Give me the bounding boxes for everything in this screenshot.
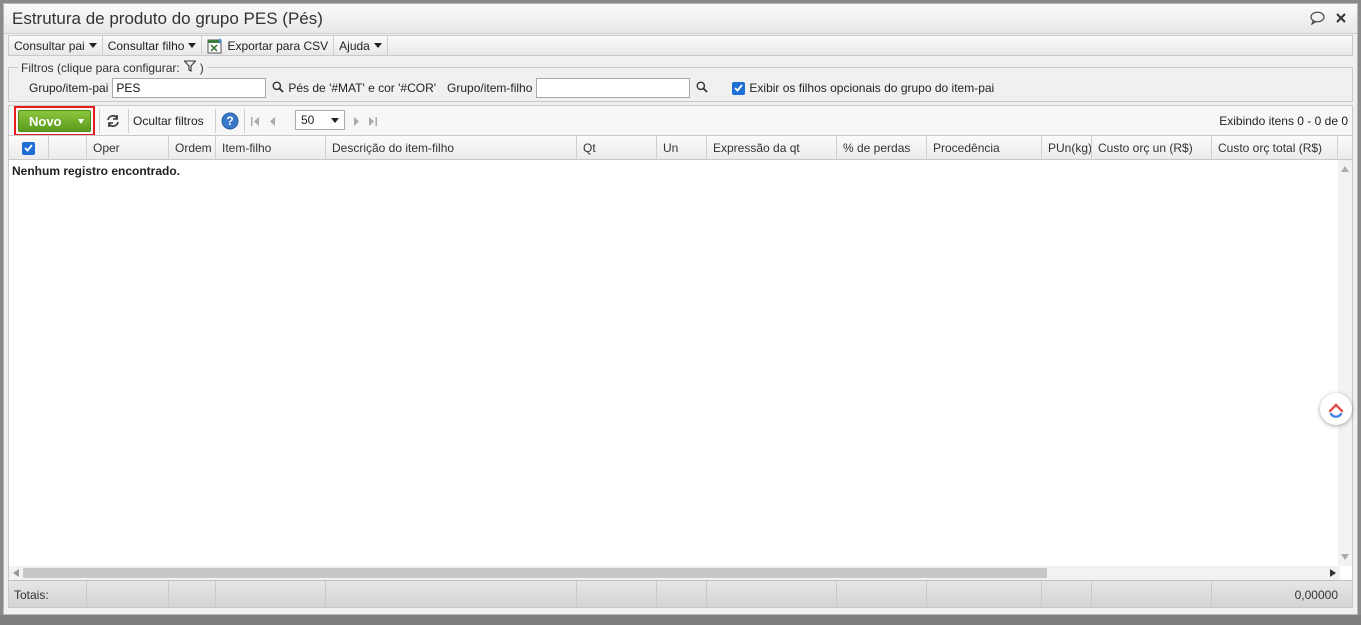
totals-cell xyxy=(87,581,169,608)
first-page-icon[interactable] xyxy=(250,115,260,127)
page-size-value: 50 xyxy=(301,113,315,127)
column-header-item-filho[interactable]: Item-filho xyxy=(216,136,326,160)
grupo-pai-label: Grupo/item-pai xyxy=(29,81,109,95)
grid-header: Oper Ordem Item-filho Descrição do item-… xyxy=(9,136,1352,160)
filters-legend-label: Filtros (clique para configurar: xyxy=(21,60,180,75)
filters-fieldset: Filtros (clique para configurar: ) Grupo… xyxy=(8,60,1353,102)
toolbar-divider xyxy=(99,109,100,133)
totals-cell xyxy=(707,581,837,608)
last-page-icon[interactable] xyxy=(367,115,377,127)
column-header-oper[interactable]: Oper xyxy=(87,136,169,160)
title-bar: Estrutura de produto do grupo PES (Pés) xyxy=(4,4,1357,34)
chevron-down-icon xyxy=(88,43,97,48)
column-header-perdas[interactable]: % de perdas xyxy=(837,136,927,160)
grupo-filho-label: Grupo/item-filho xyxy=(447,81,533,95)
paging-status-label: Exibindo itens 0 - 0 de 0 xyxy=(1219,114,1348,128)
scroll-down-icon[interactable] xyxy=(1341,554,1349,560)
filter-funnel-icon[interactable] xyxy=(182,60,197,75)
menu-consultar-pai-label: Consultar pai xyxy=(14,38,85,53)
scroll-right-icon[interactable] xyxy=(1330,569,1336,577)
novo-highlight: Novo xyxy=(14,106,95,136)
close-icon[interactable] xyxy=(1333,10,1349,26)
column-header-un[interactable]: Un xyxy=(657,136,707,160)
totals-cell xyxy=(326,581,577,608)
column-header-expressao[interactable]: Expressão da qt xyxy=(707,136,837,160)
totals-cell xyxy=(927,581,1042,608)
page-size-select[interactable]: 50 xyxy=(295,110,345,130)
menu-consultar-pai[interactable]: Consultar pai xyxy=(9,36,103,55)
previous-page-icon[interactable] xyxy=(268,115,278,127)
vertical-scrollbar[interactable] xyxy=(1338,160,1352,566)
ocultar-filtros-button[interactable]: Ocultar filtros xyxy=(133,113,204,129)
filters-legend-close: ) xyxy=(199,60,204,75)
menu-consultar-filho[interactable]: Consultar filho xyxy=(103,36,203,55)
select-all-checkbox[interactable] xyxy=(22,141,35,155)
paging-status: Exibindo itens 0 - 0 de 0 xyxy=(1219,113,1348,129)
filters-legend[interactable]: Filtros (clique para configurar: ) xyxy=(18,60,207,75)
grupo-pai-description: Pés de '#MAT' e cor '#COR' xyxy=(288,81,437,95)
next-page-icon[interactable] xyxy=(351,115,361,127)
search-icon[interactable] xyxy=(696,81,710,95)
scroll-top-icon xyxy=(1328,403,1344,418)
horizontal-scroll-thumb[interactable] xyxy=(23,568,1047,578)
chevron-down-icon xyxy=(188,43,197,48)
chat-icon[interactable] xyxy=(1309,10,1325,26)
totals-cell xyxy=(1042,581,1092,608)
toolbar-divider xyxy=(215,109,216,133)
menu-exportar-csv-label: Exportar para CSV xyxy=(227,38,329,53)
horizontal-scrollbar[interactable] xyxy=(9,566,1340,580)
totals-cell xyxy=(1092,581,1212,608)
menu-ajuda[interactable]: Ajuda xyxy=(334,36,388,55)
novo-button-label: Novo xyxy=(29,113,62,129)
data-grid: Oper Ordem Item-filho Descrição do item-… xyxy=(8,135,1353,608)
column-header-custo-un[interactable]: Custo orç un (R$) xyxy=(1092,136,1212,160)
totals-custo-total: 0,00000 xyxy=(1294,587,1338,602)
totals-row: Totais: 0,00000 xyxy=(9,580,1352,608)
grid-toolbar: Novo Ocultar filtros ? 50 Exibindo itens… xyxy=(8,105,1353,136)
svg-text:?: ? xyxy=(226,114,233,128)
toolbar-divider xyxy=(244,109,245,133)
chevron-down-icon xyxy=(331,117,339,123)
column-header-pun[interactable]: PUn(kg) xyxy=(1042,136,1092,160)
grupo-pai-input[interactable] xyxy=(112,78,267,98)
floating-scroll-top-button[interactable] xyxy=(1320,393,1352,425)
column-header-ordem[interactable]: Ordem xyxy=(169,136,216,160)
menu-ajuda-label: Ajuda xyxy=(339,38,370,53)
window-title: Estrutura de produto do grupo PES (Pés) xyxy=(12,9,323,28)
column-header-procedencia[interactable]: Procedência xyxy=(927,136,1042,160)
select-all-cell xyxy=(9,136,49,160)
toolbar-divider xyxy=(128,109,129,133)
grupo-filho-input[interactable] xyxy=(536,78,691,98)
scroll-up-icon[interactable] xyxy=(1341,166,1349,172)
totals-cell xyxy=(837,581,927,608)
column-header-descricao[interactable]: Descrição do item-filho xyxy=(326,136,577,160)
refresh-icon[interactable] xyxy=(105,113,121,129)
totals-cell xyxy=(216,581,326,608)
novo-button[interactable]: Novo xyxy=(18,110,91,132)
empty-message: Nenhum registro encontrado. xyxy=(12,164,181,178)
menu-exportar-csv[interactable]: Exportar para CSV xyxy=(202,36,335,55)
menu-bar: Consultar pai Consultar filho Exportar p… xyxy=(8,35,1353,56)
background-strip xyxy=(0,615,1361,625)
spreadsheet-icon xyxy=(207,37,223,54)
search-icon[interactable] xyxy=(272,81,286,95)
menu-consultar-filho-label: Consultar filho xyxy=(107,38,185,53)
totals-cell xyxy=(577,581,657,608)
chevron-down-icon[interactable] xyxy=(78,119,84,124)
help-icon[interactable]: ? xyxy=(221,112,239,130)
totals-label: Totais: xyxy=(9,581,87,608)
chevron-down-icon xyxy=(373,43,382,48)
totals-cell xyxy=(169,581,216,608)
totals-cell xyxy=(657,581,707,608)
column-header-actions xyxy=(49,136,87,160)
dialog-window: Estrutura de produto do grupo PES (Pés) … xyxy=(3,3,1358,615)
column-header-qt[interactable]: Qt xyxy=(577,136,657,160)
ocultar-filtros-label: Ocultar filtros xyxy=(133,114,204,128)
opcionais-label: Exibir os filhos opcionais do grupo do i… xyxy=(749,81,995,95)
opcionais-checkbox[interactable] xyxy=(732,81,746,95)
column-header-custo-total[interactable]: Custo orç total (R$) xyxy=(1212,136,1338,160)
scroll-left-icon[interactable] xyxy=(13,569,19,577)
